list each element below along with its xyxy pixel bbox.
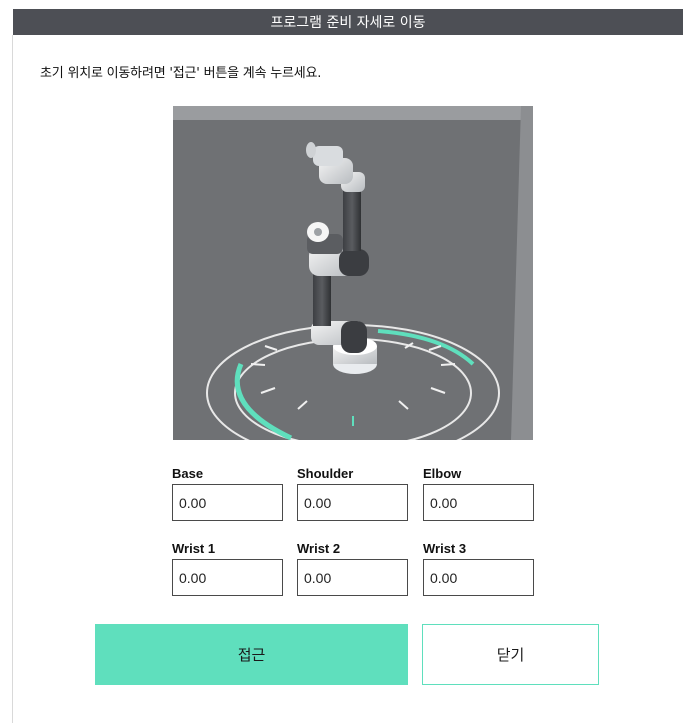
approach-button[interactable]: 접근	[95, 624, 408, 685]
robot-3d-viewport[interactable]	[173, 106, 533, 440]
joint-input-wrist2[interactable]: 0.00	[297, 559, 408, 596]
joint-field-wrist2: Wrist 2 0.00	[297, 541, 408, 596]
joint-input-base[interactable]: 0.00	[172, 484, 283, 521]
close-button[interactable]: 닫기	[422, 624, 599, 685]
dialog-title: 프로그램 준비 자세로 이동	[270, 15, 426, 31]
joint-label-shoulder: Shoulder	[297, 466, 354, 481]
joint-input-wrist1[interactable]: 0.00	[172, 559, 283, 596]
dialog-titlebar: 프로그램 준비 자세로 이동	[13, 9, 683, 35]
joint-input-shoulder[interactable]: 0.00	[297, 484, 408, 521]
joint-field-elbow: Elbow 0.00	[423, 466, 534, 521]
joint-input-elbow[interactable]: 0.00	[423, 484, 534, 521]
joint-label-elbow: Elbow	[423, 466, 462, 481]
robot-arm-scene	[173, 106, 533, 440]
joint-label-wrist2: Wrist 2	[297, 541, 341, 556]
close-button-label: 닫기	[496, 646, 525, 664]
joint-label-base: Base	[172, 466, 204, 481]
approach-button-label: 접근	[237, 646, 266, 664]
dialog-left-border	[12, 35, 13, 723]
joint-field-wrist3: Wrist 3 0.00	[423, 541, 534, 596]
joint-field-base: Base 0.00	[172, 466, 283, 521]
joint-input-wrist3[interactable]: 0.00	[423, 559, 534, 596]
joint-label-wrist1: Wrist 1	[172, 541, 216, 556]
joint-field-wrist1: Wrist 1 0.00	[172, 541, 283, 596]
joint-field-shoulder: Shoulder 0.00	[297, 466, 408, 521]
joint-label-wrist3: Wrist 3	[423, 541, 467, 556]
instruction-text: 초기 위치로 이동하려면 '접근' 버튼을 계속 누르세요.	[40, 66, 322, 81]
